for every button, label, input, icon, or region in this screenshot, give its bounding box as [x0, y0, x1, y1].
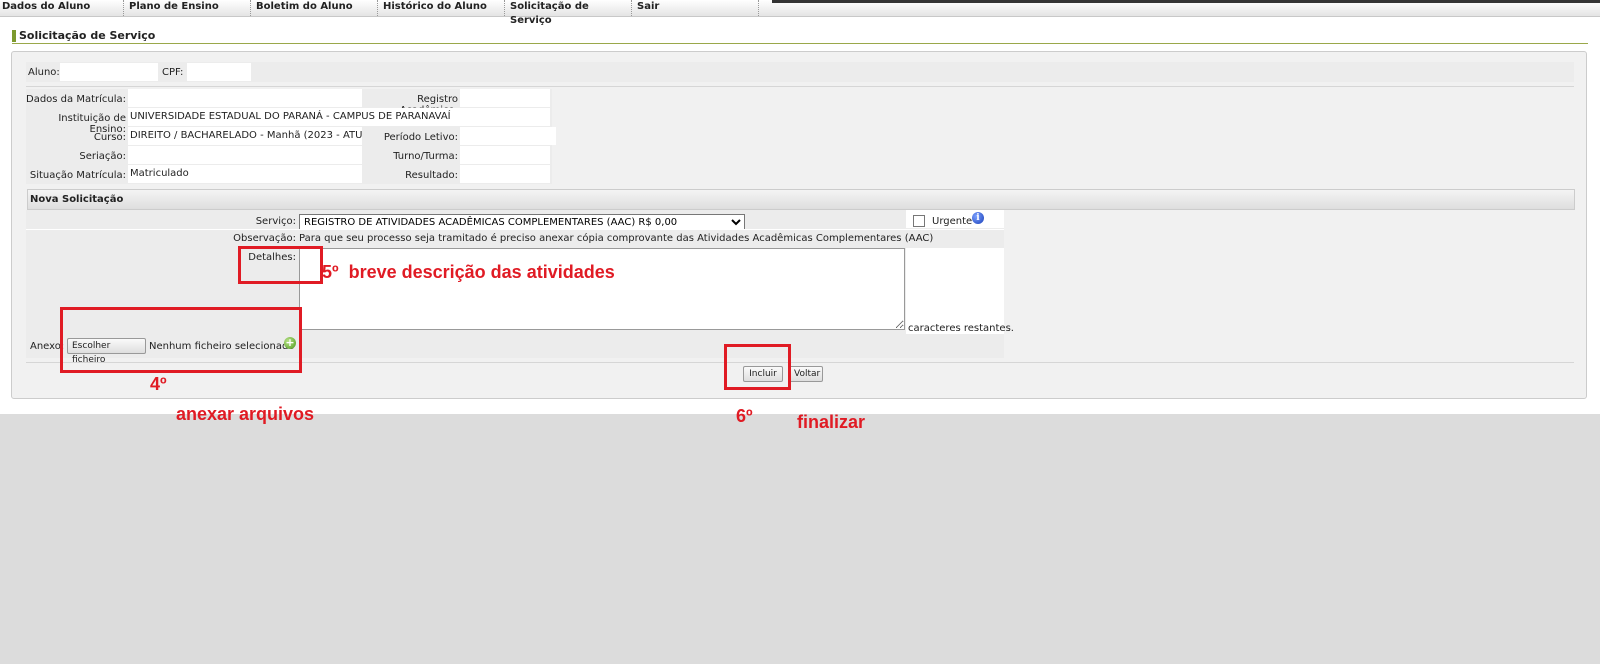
- annotation-step4: 4º: [150, 374, 167, 394]
- servico-select[interactable]: REGISTRO DE ATIVIDADES ACADÊMICAS COMPLE…: [299, 214, 745, 230]
- nova-solicitacao-header: Nova Solicitação: [27, 189, 1575, 210]
- navbar-edge: [772, 0, 1600, 3]
- divider: [26, 229, 1004, 230]
- annotation-step5: 5º breve descrição das atividades: [322, 262, 615, 282]
- observacao-text: Para que seu processo seja tramitado é p…: [299, 233, 934, 244]
- nav-historico-aluno[interactable]: Histórico do Aluno: [381, 0, 505, 16]
- annotation-box-incluir: [724, 344, 791, 390]
- registro-academico-value: [460, 89, 550, 107]
- situacao-matricula-label: Situação Matrícula:: [29, 170, 126, 181]
- annotation-step4-text: anexar arquivos: [176, 404, 315, 424]
- annotation-step6: 6º: [736, 406, 753, 426]
- info-icon[interactable]: i: [972, 212, 984, 224]
- page-title-bar: Solicitação de Serviço: [12, 29, 1588, 44]
- periodo-letivo-value: [460, 127, 556, 145]
- nav-solicitacao-servico[interactable]: Solicitação de Serviço: [508, 0, 632, 26]
- cpf-value: [187, 63, 251, 81]
- resultado-label: Resultado:: [405, 170, 458, 181]
- caracteres-cell: [906, 248, 1004, 334]
- dados-matricula-label: Dados da Matrícula:: [26, 94, 127, 105]
- voltar-button[interactable]: Voltar: [789, 366, 823, 382]
- nav-dados-aluno[interactable]: Dados do Aluno: [0, 0, 124, 16]
- nav-sair[interactable]: Sair: [635, 0, 759, 16]
- page-title: Solicitação de Serviço: [19, 29, 156, 42]
- detalhes-textarea[interactable]: [299, 248, 905, 330]
- resultado-value: [460, 165, 550, 183]
- urgente-checkbox[interactable]: [913, 215, 925, 227]
- turno-turma-value: [460, 146, 550, 164]
- turno-turma-label: Turno/Turma:: [393, 151, 458, 162]
- annotation-box-anexo: [60, 307, 302, 373]
- observacao-label: Observação:: [233, 233, 296, 244]
- curso-value: DIREITO / BACHARELADO - Manhã (2023 - AT…: [128, 127, 362, 145]
- annotation-step6-text: finalizar: [797, 412, 866, 432]
- annotation-box-detalhes: [238, 246, 323, 284]
- seriacao-value: [128, 146, 362, 164]
- dados-matricula-value: [128, 89, 362, 107]
- title-accent: [12, 30, 16, 42]
- aluno-value: [60, 63, 158, 81]
- situacao-matricula-value: Matriculado: [128, 165, 362, 183]
- nav-plano-ensino[interactable]: Plano de Ensino: [127, 0, 251, 16]
- curso-label: Curso:: [93, 132, 126, 143]
- aluno-row: [26, 62, 1574, 82]
- cpf-label: CPF:: [162, 67, 184, 78]
- nav-boletim-aluno[interactable]: Boletim do Aluno: [254, 0, 378, 16]
- instituicao-value: UNIVERSIDADE ESTADUAL DO PARANÁ - CAMPUS…: [128, 108, 550, 126]
- caracteres-restantes: caracteres restantes.: [908, 323, 1014, 334]
- top-navbar: Dados do Aluno Plano de Ensino Boletim d…: [0, 0, 1600, 26]
- seriacao-label: Seriação:: [79, 151, 126, 162]
- servico-label: Serviço:: [255, 216, 296, 227]
- urgente-label: Urgente: [932, 216, 973, 227]
- periodo-letivo-label: Período Letivo:: [383, 132, 458, 143]
- divider: [26, 86, 1574, 87]
- aluno-label: Aluno:: [28, 67, 60, 78]
